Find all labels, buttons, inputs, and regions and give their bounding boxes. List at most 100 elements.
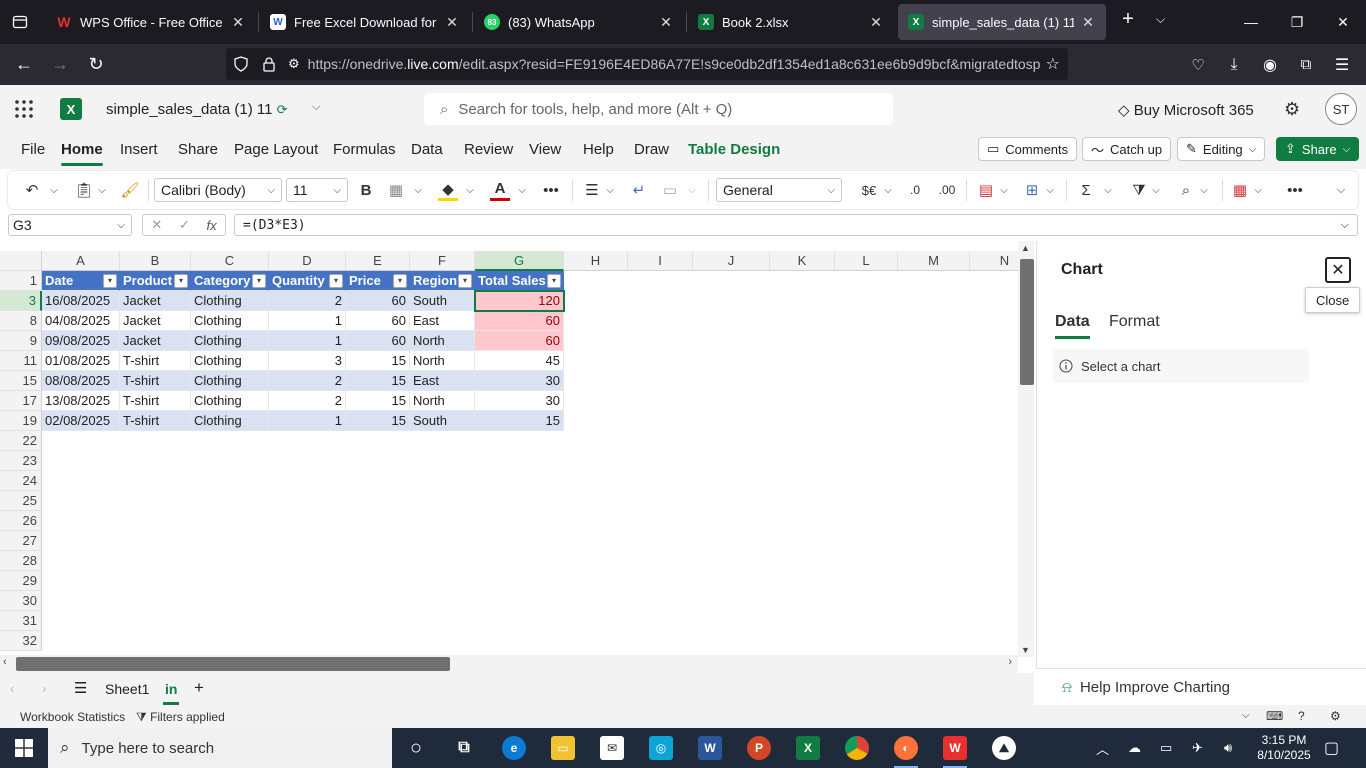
row-header[interactable]: 30 — [0, 591, 42, 611]
close-tab-icon[interactable]: ✕ — [444, 14, 460, 31]
doc-menu-chevron-icon[interactable]: ⌵ — [312, 101, 320, 114]
conditional-formatting-dropdown-icon[interactable]: ⌵ — [998, 179, 1010, 201]
column-header[interactable]: G — [475, 251, 564, 271]
taskbar-search-input[interactable]: ⌕ Type here to search — [48, 728, 392, 768]
table-cell[interactable]: 15 — [346, 371, 410, 391]
table-cell[interactable]: North — [410, 391, 475, 411]
increase-decimal-icon[interactable]: .00 — [936, 179, 958, 201]
instagram-icon[interactable]: ◎ — [643, 734, 679, 762]
paste-icon[interactable]: 📋︎ — [74, 179, 94, 201]
downloads-icon[interactable]: ⤓ — [1216, 47, 1252, 83]
table-cell[interactable]: Clothing — [191, 351, 269, 371]
table-cell[interactable]: 3 — [269, 351, 346, 371]
tab-page-layout[interactable]: Page Layout — [234, 141, 318, 158]
account-icon[interactable]: ◉ — [1252, 47, 1288, 83]
column-header[interactable]: M — [898, 251, 970, 271]
row-header[interactable]: 23 — [0, 451, 42, 471]
row-header[interactable]: 11 — [0, 351, 42, 371]
comments-button[interactable]: ▭ Comments — [978, 137, 1078, 161]
close-tab-icon[interactable]: ✕ — [868, 14, 884, 31]
sort-filter-dropdown-icon[interactable]: ⌵ — [1150, 179, 1162, 201]
filter-dropdown-icon[interactable]: ▾ — [393, 274, 407, 288]
table-cell[interactable]: Clothing — [191, 371, 269, 391]
column-header[interactable]: L — [835, 251, 898, 271]
font-name-select[interactable]: Calibri (Body) ⌵ — [154, 178, 282, 202]
catch-up-button[interactable]: 〜 Catch up — [1082, 137, 1172, 161]
table-cell[interactable]: 02/08/2025 — [42, 411, 120, 431]
merge-dropdown-icon[interactable]: ⌵ — [686, 179, 698, 201]
row-header[interactable]: 24 — [0, 471, 42, 491]
table-cell[interactable]: 16/08/2025 — [42, 291, 120, 311]
browser-tab-free-excel[interactable]: W Free Excel Download for Win ✕ — [260, 4, 470, 40]
tab-review[interactable]: Review — [464, 141, 513, 158]
column-header[interactable]: F — [410, 251, 475, 271]
scroll-right-icon[interactable]: › — [1008, 656, 1012, 668]
table-cell[interactable]: Clothing — [191, 391, 269, 411]
cancel-icon[interactable]: ✕ — [151, 217, 162, 233]
find-dropdown-icon[interactable]: ⌵ — [1198, 179, 1210, 201]
help-icon[interactable]: ? — [1298, 709, 1305, 723]
table-cell[interactable]: 60 — [346, 331, 410, 351]
tab-list-icon[interactable] — [0, 0, 40, 44]
vertical-scrollbar[interactable]: ▲ ▼ — [1018, 241, 1034, 657]
notifications-icon[interactable]: ▢ — [1324, 728, 1339, 768]
tab-data[interactable]: Data — [411, 141, 443, 158]
filter-dropdown-icon[interactable]: ▾ — [103, 274, 117, 288]
table-cell[interactable]: 09/08/2025 — [42, 331, 120, 351]
table-cell[interactable]: Clothing — [191, 291, 269, 311]
name-box[interactable]: G3 ⌵ — [8, 214, 132, 236]
expand-formula-chevron-icon[interactable]: ⌵ — [1341, 219, 1349, 232]
table-header-cell[interactable]: Date ▾ — [42, 271, 120, 291]
format-as-table-icon[interactable]: ⊞ — [1022, 179, 1042, 201]
restore-icon[interactable]: ❐ — [1274, 0, 1320, 44]
table-cell[interactable]: 15 — [475, 411, 564, 431]
permissions-icon[interactable]: ⚙ — [288, 56, 300, 72]
all-sheets-icon[interactable]: ☰ — [74, 679, 87, 697]
row-header[interactable]: 9 — [0, 331, 42, 351]
menu-icon[interactable]: ☰ — [1324, 47, 1360, 83]
font-color-icon[interactable]: A — [490, 179, 510, 201]
table-cell[interactable]: North — [410, 351, 475, 371]
more-font-options-icon[interactable]: ••• — [540, 179, 562, 201]
table-cell[interactable]: 04/08/2025 — [42, 311, 120, 331]
bold-icon[interactable]: B — [356, 179, 376, 201]
task-view-icon[interactable]: ⧉ — [446, 734, 482, 762]
borders-dropdown-icon[interactable]: ⌵ — [412, 179, 424, 201]
start-button[interactable] — [0, 728, 48, 768]
column-header[interactable]: C — [191, 251, 269, 271]
expand-ribbon-chevron-icon[interactable]: ⌵ — [1334, 179, 1348, 201]
close-tab-icon[interactable]: ✕ — [230, 14, 246, 31]
table-cell[interactable]: T-shirt — [120, 371, 191, 391]
row-header[interactable]: 19 — [0, 411, 42, 431]
extensions-icon[interactable]: ⧉ — [1288, 47, 1324, 83]
table-cell[interactable]: 45 — [475, 351, 564, 371]
onedrive-icon[interactable]: ☁ — [1128, 728, 1141, 768]
close-window-icon[interactable]: ✕ — [1320, 0, 1366, 44]
table-cell[interactable]: 15 — [346, 351, 410, 371]
minimize-icon[interactable]: ― — [1228, 0, 1274, 44]
find-icon[interactable]: ⌕ — [1176, 179, 1196, 201]
bookmark-star-icon[interactable]: ☆ — [1046, 54, 1060, 74]
tab-formulas[interactable]: Formulas — [333, 141, 396, 158]
wrap-text-icon[interactable]: ↵ — [628, 179, 650, 201]
row-header[interactable]: 26 — [0, 511, 42, 531]
tab-help[interactable]: Help — [583, 141, 614, 158]
excel-taskbar-icon[interactable]: X — [790, 734, 826, 762]
buy-microsoft-365-link[interactable]: ◇ Buy Microsoft 365 — [1118, 101, 1254, 119]
photos-icon[interactable]: ⛰ — [986, 734, 1022, 762]
select-all-corner[interactable] — [0, 251, 42, 271]
conditional-formatting-icon[interactable]: ▤ — [976, 179, 996, 201]
edge-icon[interactable]: e — [496, 734, 532, 762]
table-cell[interactable]: South — [410, 291, 475, 311]
row-header[interactable]: 28 — [0, 551, 42, 571]
font-size-select[interactable]: 11 ⌵ — [286, 178, 348, 202]
pocket-icon[interactable]: ♡ — [1180, 47, 1216, 83]
firefox-icon[interactable]: ◐ — [888, 734, 924, 768]
tab-insert[interactable]: Insert — [120, 141, 158, 158]
document-name[interactable]: simple_sales_data (1) 11 ⟳ — [106, 101, 288, 118]
tab-view[interactable]: View — [529, 141, 561, 158]
row-header[interactable]: 15 — [0, 371, 42, 391]
filter-dropdown-icon[interactable]: ▾ — [547, 274, 561, 288]
table-cell[interactable]: 15 — [346, 391, 410, 411]
table-cell[interactable]: North — [410, 331, 475, 351]
